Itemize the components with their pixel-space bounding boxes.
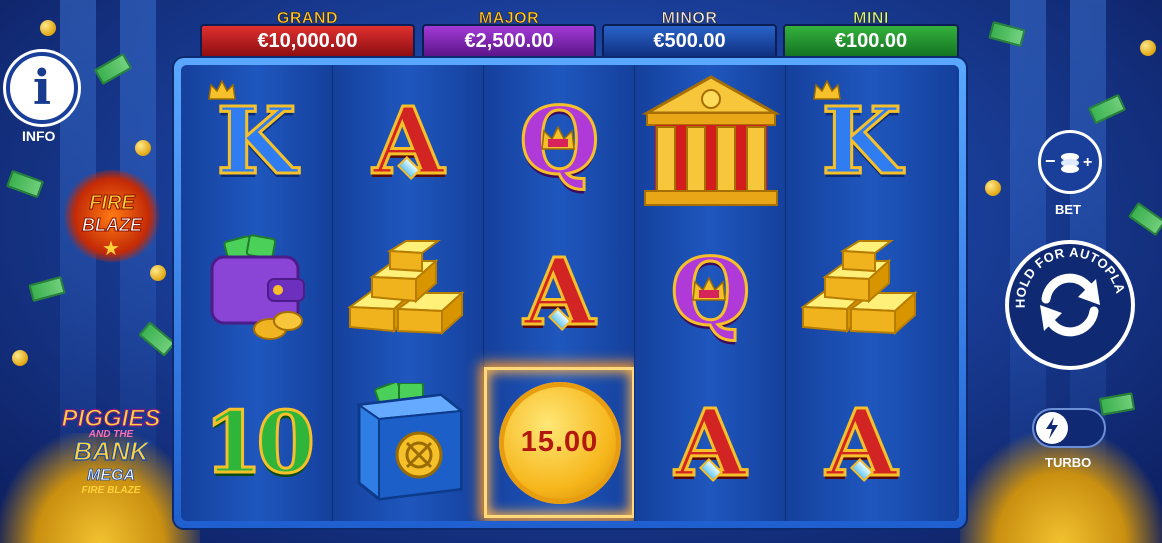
symbol-ace: A [635,367,786,518]
symbol-gold-bars [786,216,937,367]
reel-grid: K 10 A A 15.00 A K A [181,65,959,521]
symbol-coin: 15.00 [484,367,635,518]
fire-blaze-logo-word-1: FIRE [89,192,136,215]
wallet-icon [210,233,305,340]
turbo-label: TURBO [1045,455,1092,470]
autoplay-label: HOLD FOR AUTOPLAY [1005,240,1128,308]
symbol-wallet [181,216,332,367]
svg-text:HOLD FOR AUTOPLAY: HOLD FOR AUTOPLAY [1005,240,1128,308]
crown-icon [208,79,236,100]
gold-bars-icon [799,239,918,335]
game-logo: PIGGIES AND THE BANK MEGA FIRE BLAZE [52,404,170,505]
crown-icon [813,79,841,100]
svg-text:−: − [1045,151,1056,171]
turbo-toggle[interactable] [1032,408,1106,448]
lightning-icon [1036,412,1068,444]
coin-stack-icon: − + [1045,151,1092,173]
symbol-king: K [181,65,332,216]
bank-icon [640,74,781,206]
info-label: INFO [22,128,56,144]
symbol-queen: Q [635,216,786,367]
symbol-letter: K [820,86,903,195]
coin-value: 15.00 [520,426,599,458]
crown-icon [541,125,575,150]
game-logo-line-5: FIRE BLAZE [81,485,141,496]
symbol-ace: A [484,216,635,367]
jackpot-mini-value: €100.00 [783,24,959,59]
fire-blaze-logo: FIRE BLAZE ★ [62,170,162,262]
game-logo-line-3: BANK [73,435,149,466]
crown-icon [692,276,726,301]
jackpot-grand-value: €10,000.00 [200,24,415,59]
info-button[interactable]: i [6,52,78,124]
symbol-king: K [786,65,937,216]
symbol-safe [333,367,484,518]
jackpot-major-value: €2,500.00 [422,24,596,59]
jackpot-mini: MINI €100.00 [783,10,959,60]
symbol-gold-bars [333,216,484,367]
symbol-letter: 10 [203,392,317,492]
symbol-ten: 10 [181,367,332,518]
symbol-queen: Q [484,65,635,216]
reel-4: Q A [634,65,785,521]
autoplay-label-text: HOLD FOR AUTOPLAY [1005,240,1128,308]
symbol-bank [635,65,786,216]
symbol-ace: A [333,65,484,216]
coin-highlight: 15.00 [484,367,635,518]
info-icon: i [32,60,52,116]
game-logo-line-4: MEGA [87,467,136,485]
reel-5: K A [785,65,956,521]
reel-2: A [332,65,483,521]
reel-3: Q A 15.00 [483,65,635,521]
bet-button[interactable]: − + [1038,130,1102,194]
symbol-letter: K [215,86,298,195]
svg-text:+: + [1083,154,1092,171]
star-icon: ★ [102,238,120,260]
coin-icon: 15.00 [498,381,621,504]
jackpot-major: MAJOR €2,500.00 [422,10,596,60]
jackpot-minor: MINOR €500.00 [602,10,777,60]
jackpot-grand: GRAND €10,000.00 [200,10,415,60]
jackpot-minor-value: €500.00 [602,24,777,59]
fire-blaze-logo-word-2: BLAZE [82,215,143,236]
reel-1: K 10 [181,65,332,521]
symbol-ace: A [786,367,937,518]
reel-frame: K 10 A A 15.00 A K A [174,58,966,528]
safe-icon [355,382,464,501]
jackpot-bar: GRAND €10,000.00 MAJOR €2,500.00 MINOR €… [200,10,960,60]
gold-bars-icon [346,239,465,335]
bet-label: BET [1055,202,1081,217]
